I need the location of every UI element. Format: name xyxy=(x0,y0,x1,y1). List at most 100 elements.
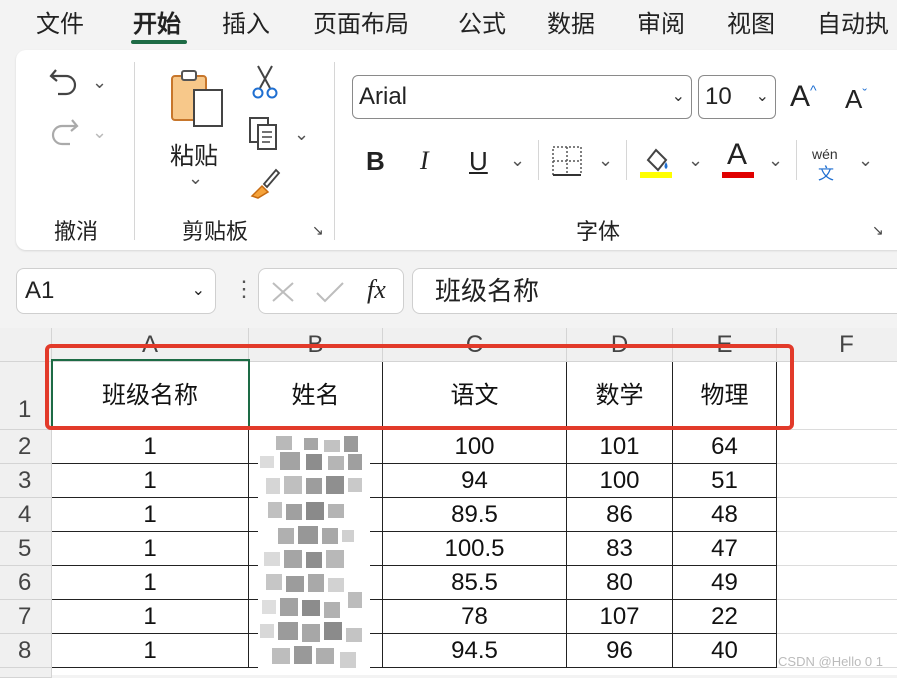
tab-automate[interactable]: 自动执 xyxy=(817,4,889,39)
group-separator xyxy=(538,140,539,180)
cell-math[interactable]: 83 xyxy=(567,532,673,566)
grow-font-icon[interactable]: A^ xyxy=(790,80,817,114)
row-header-2[interactable]: 2 xyxy=(0,430,52,464)
formula-buttons: fx xyxy=(258,268,404,314)
row-header-5[interactable]: 5 xyxy=(0,532,52,566)
paste-label[interactable]: 粘贴 xyxy=(170,136,218,171)
undo-dropdown-icon[interactable]: ⌄ xyxy=(92,72,107,93)
row-header-8[interactable]: 8 xyxy=(0,634,52,668)
cell-chinese[interactable]: 85.5 xyxy=(383,566,567,600)
chevron-down-icon: ⌄ xyxy=(671,88,685,105)
cell-physics[interactable]: 47 xyxy=(673,532,777,566)
empty-cell[interactable] xyxy=(777,600,897,634)
font-color-button[interactable]: A xyxy=(727,138,747,172)
empty-cell[interactable] xyxy=(777,430,897,464)
cell-chinese[interactable]: 89.5 xyxy=(383,498,567,532)
cell-chinese[interactable]: 100 xyxy=(383,430,567,464)
tab-home[interactable]: 开始 xyxy=(133,4,181,39)
insert-function-button[interactable]: fx xyxy=(367,275,386,305)
tab-view[interactable]: 视图 xyxy=(727,4,775,39)
cell-physics[interactable]: 22 xyxy=(673,600,777,634)
font-color-dropdown-icon[interactable]: ⌄ xyxy=(768,150,783,171)
fill-color-icon[interactable] xyxy=(640,142,674,185)
tab-file[interactable]: 文件 xyxy=(36,4,84,39)
cell-chinese[interactable]: 94.5 xyxy=(383,634,567,668)
name-box[interactable]: A1 ⌄ xyxy=(16,268,216,314)
highlight-annotation xyxy=(45,344,794,430)
row-header-9[interactable] xyxy=(0,668,52,678)
cell-math[interactable]: 80 xyxy=(567,566,673,600)
formula-input[interactable]: 班级名称 xyxy=(412,268,897,314)
cell-math[interactable]: 100 xyxy=(567,464,673,498)
menu-bar: 文件 开始 插入 页面布局 公式 数据 审阅 视图 自动执 xyxy=(0,0,897,48)
clipboard-launcher-icon[interactable]: ↘ xyxy=(312,222,324,239)
empty-cell[interactable] xyxy=(777,362,897,430)
tab-insert[interactable]: 插入 xyxy=(222,4,270,39)
cell-math[interactable]: 101 xyxy=(567,430,673,464)
font-size-combo[interactable]: 10 ⌄ xyxy=(698,75,776,119)
cell-math[interactable]: 96 xyxy=(567,634,673,668)
tab-review[interactable]: 审阅 xyxy=(637,4,685,39)
shrink-font-icon[interactable]: Aˇ xyxy=(845,84,867,115)
borders-dropdown-icon[interactable]: ⌄ xyxy=(598,150,613,171)
watermark: CSDN @Hello 0 1 xyxy=(778,654,883,669)
cell-class[interactable]: 1 xyxy=(52,498,249,532)
paste-dropdown-icon[interactable]: ⌄ xyxy=(188,168,203,189)
row-header-4[interactable]: 4 xyxy=(0,498,52,532)
fill-color-dropdown-icon[interactable]: ⌄ xyxy=(688,150,703,171)
italic-button[interactable]: I xyxy=(420,146,429,176)
phonetic-bottom[interactable]: 文 xyxy=(818,160,834,184)
font-launcher-icon[interactable]: ↘ xyxy=(872,222,884,239)
cell-chinese[interactable]: 94 xyxy=(383,464,567,498)
underline-dropdown-icon[interactable]: ⌄ xyxy=(510,150,525,171)
bold-button[interactable]: B xyxy=(366,146,385,177)
phonetic-dropdown-icon[interactable]: ⌄ xyxy=(858,150,873,171)
empty-cell[interactable] xyxy=(777,498,897,532)
cell-physics[interactable]: 51 xyxy=(673,464,777,498)
name-box-value: A1 xyxy=(25,277,55,304)
underline-button[interactable]: U xyxy=(469,146,488,177)
font-name-combo[interactable]: Arial ⌄ xyxy=(352,75,692,119)
cell-math[interactable]: 86 xyxy=(567,498,673,532)
cell-class[interactable]: 1 xyxy=(52,464,249,498)
cancel-icon[interactable] xyxy=(271,281,295,303)
cell-class[interactable]: 1 xyxy=(52,566,249,600)
cut-icon[interactable] xyxy=(252,64,278,105)
grow-font-glyph: A xyxy=(790,80,811,113)
empty-cell[interactable] xyxy=(777,566,897,600)
undo-icon[interactable] xyxy=(48,64,80,103)
cell-chinese[interactable]: 78 xyxy=(383,600,567,634)
group-label-clipboard: 剪贴板 xyxy=(182,219,249,244)
group-separator xyxy=(134,62,135,240)
cell-math[interactable]: 107 xyxy=(567,600,673,634)
row-header-3[interactable]: 3 xyxy=(0,464,52,498)
more-options-icon[interactable]: ⋮ xyxy=(233,276,255,302)
column-header-f[interactable]: F xyxy=(777,328,897,362)
cell-class[interactable]: 1 xyxy=(52,600,249,634)
cell-physics[interactable]: 40 xyxy=(673,634,777,668)
tab-page-layout[interactable]: 页面布局 xyxy=(313,4,409,39)
chevron-down-icon: ⌄ xyxy=(755,88,769,105)
cell-physics[interactable]: 48 xyxy=(673,498,777,532)
font-size-value: 10 xyxy=(705,83,732,110)
enter-icon[interactable] xyxy=(315,281,345,303)
copy-dropdown-icon[interactable]: ⌄ xyxy=(294,124,309,145)
empty-cell[interactable] xyxy=(777,532,897,566)
paste-icon[interactable] xyxy=(168,68,228,135)
borders-icon[interactable] xyxy=(551,145,583,182)
empty-cell[interactable] xyxy=(777,464,897,498)
tab-formulas[interactable]: 公式 xyxy=(458,4,506,39)
copy-icon[interactable] xyxy=(248,116,282,157)
cell-class[interactable]: 1 xyxy=(52,430,249,464)
row-header-6[interactable]: 6 xyxy=(0,566,52,600)
row-header-7[interactable]: 7 xyxy=(0,600,52,634)
group-separator xyxy=(626,140,627,180)
cell-class[interactable]: 1 xyxy=(52,634,249,668)
format-painter-icon[interactable] xyxy=(248,166,282,205)
cell-physics[interactable]: 49 xyxy=(673,566,777,600)
font-color-swatch xyxy=(722,172,754,178)
cell-class[interactable]: 1 xyxy=(52,532,249,566)
tab-data[interactable]: 数据 xyxy=(547,4,595,39)
cell-physics[interactable]: 64 xyxy=(673,430,777,464)
cell-chinese[interactable]: 100.5 xyxy=(383,532,567,566)
